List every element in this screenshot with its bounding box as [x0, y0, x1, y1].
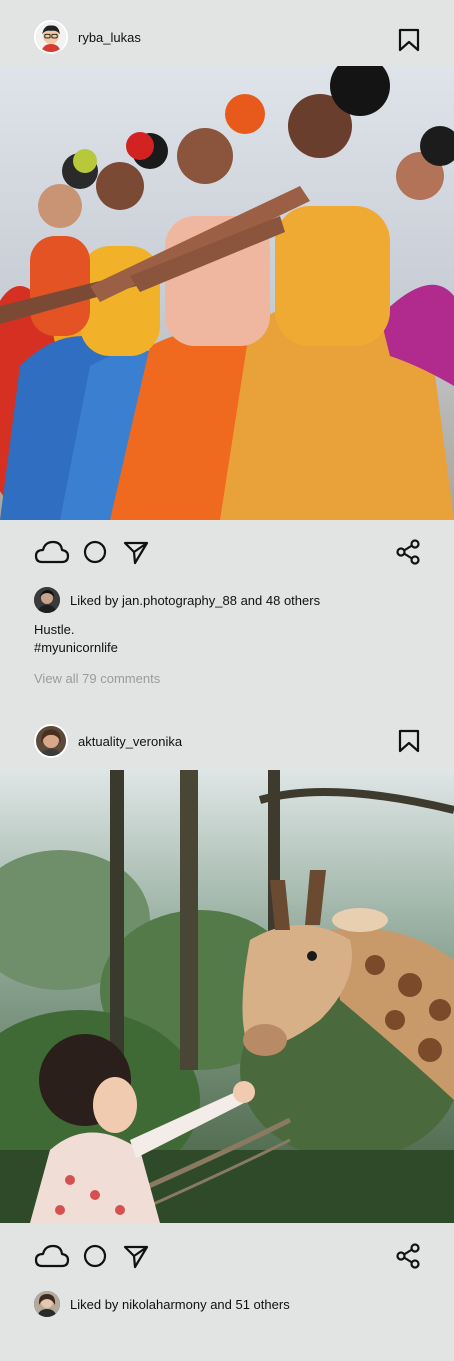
send-icon[interactable]: [123, 1243, 149, 1269]
post-header: ryba_lukas: [0, 4, 454, 70]
likes-row: Liked by nikolaharmony and 51 others: [34, 1291, 290, 1317]
post-1: ryba_lukas Liked by jan.photography_88 a…: [0, 0, 454, 710]
post-header: aktuality_veronika: [0, 708, 454, 774]
caption: Hustle. #myunicornlife: [34, 621, 118, 657]
post-2: aktuality_veronika Liked by nikolaharmon…: [0, 708, 454, 1361]
cloud-icon[interactable]: [34, 1243, 70, 1269]
cloud-icon[interactable]: [34, 539, 70, 565]
bookmark-icon[interactable]: [398, 729, 420, 753]
liked-by-text[interactable]: Liked by nikolaharmony and 51 others: [70, 1297, 290, 1312]
caption-hashtag[interactable]: #myunicornlife: [34, 639, 118, 657]
view-comments-link[interactable]: View all 79 comments: [34, 671, 160, 686]
likes-row: Liked by jan.photography_88 and 48 other…: [34, 587, 320, 613]
caption-text: Hustle.: [34, 622, 75, 637]
share-icon[interactable]: [396, 539, 420, 565]
post-actions: [0, 531, 454, 571]
post-image[interactable]: [0, 66, 454, 520]
avatar[interactable]: [34, 20, 68, 54]
circle-icon[interactable]: [83, 1243, 107, 1269]
post-username[interactable]: aktuality_veronika: [78, 734, 182, 749]
post-image[interactable]: [0, 770, 454, 1223]
post-actions: [0, 1235, 454, 1275]
share-icon[interactable]: [396, 1243, 420, 1269]
bookmark-icon[interactable]: [398, 28, 420, 52]
liked-by-text[interactable]: Liked by jan.photography_88 and 48 other…: [70, 593, 320, 608]
avatar[interactable]: [34, 587, 60, 613]
send-icon[interactable]: [123, 539, 149, 565]
circle-icon[interactable]: [83, 539, 107, 565]
post-username[interactable]: ryba_lukas: [78, 30, 141, 45]
avatar[interactable]: [34, 724, 68, 758]
avatar[interactable]: [34, 1291, 60, 1317]
